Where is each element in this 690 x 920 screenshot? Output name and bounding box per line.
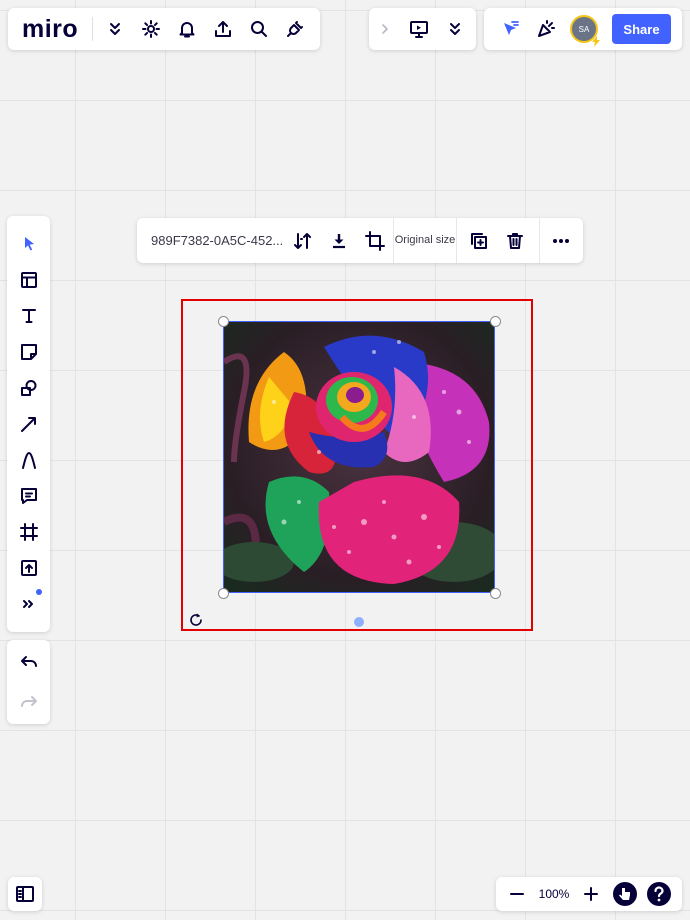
shapes-icon[interactable]	[7, 370, 50, 406]
help-button[interactable]	[642, 877, 676, 911]
minus-icon	[510, 893, 524, 895]
delete-icon[interactable]	[497, 223, 533, 259]
upload-icon[interactable]	[205, 11, 241, 47]
crop-icon[interactable]	[357, 223, 393, 259]
image-context-toolbar: 989F7382-0A5C-452... Original size	[137, 218, 583, 263]
more-tools-icon[interactable]	[7, 586, 50, 622]
interaction-mode-button[interactable]	[608, 877, 642, 911]
left-toolbar	[7, 216, 50, 632]
celebration-icon[interactable]	[528, 11, 564, 47]
divider	[456, 218, 457, 263]
zoom-in-button[interactable]	[574, 877, 608, 911]
lightning-icon	[592, 36, 600, 47]
sticky-note-icon[interactable]	[7, 334, 50, 370]
search-icon[interactable]	[241, 11, 277, 47]
frame-icon[interactable]	[7, 514, 50, 550]
notification-dot	[36, 589, 42, 595]
replace-image-icon[interactable]	[285, 223, 321, 259]
divider	[92, 17, 93, 41]
plug-icon[interactable]	[277, 11, 313, 47]
text-tool-icon[interactable]	[7, 298, 50, 334]
undo-redo-panel	[7, 640, 50, 724]
rotate-icon[interactable]	[188, 612, 204, 628]
rainbow-rose-picture	[224, 322, 494, 592]
help-icon	[647, 882, 671, 906]
download-icon[interactable]	[321, 223, 357, 259]
plus-icon	[584, 887, 598, 901]
templates-icon[interactable]	[7, 262, 50, 298]
cursor-tracking-icon[interactable]	[492, 11, 528, 47]
bell-icon[interactable]	[169, 11, 205, 47]
chevron-double-down-icon[interactable]	[97, 11, 133, 47]
original-size-button[interactable]: Original size	[394, 234, 456, 247]
image-file-name[interactable]: 989F7382-0A5C-452...	[137, 233, 285, 248]
zoom-controls: 100%	[496, 877, 682, 911]
miro-logo[interactable]: miro	[8, 15, 92, 44]
resize-handle-top-left[interactable]	[218, 316, 229, 327]
collaboration-toolbar: SA Share	[484, 8, 682, 50]
sidebar-panel-icon	[16, 886, 34, 902]
avatar-initials: SA	[578, 24, 590, 34]
resize-handle-top-right[interactable]	[490, 316, 501, 327]
resize-handle-bottom-right[interactable]	[490, 588, 501, 599]
more-options-icon[interactable]	[540, 223, 582, 259]
presentation-icon[interactable]	[401, 11, 437, 47]
undo-icon[interactable]	[7, 644, 50, 680]
select-tool-icon[interactable]	[7, 226, 50, 262]
chevron-double-down-icon[interactable]	[437, 11, 473, 47]
chevron-right-icon[interactable]	[369, 11, 401, 47]
top-left-toolbar: miro	[8, 8, 320, 50]
presentation-toolbar	[369, 8, 476, 50]
zoom-level[interactable]: 100%	[534, 887, 574, 901]
redo-icon[interactable]	[7, 684, 50, 720]
pen-icon[interactable]	[7, 442, 50, 478]
resize-handle-bottom-left[interactable]	[218, 588, 229, 599]
hand-pointer-icon	[613, 882, 637, 906]
gear-icon[interactable]	[133, 11, 169, 47]
move-handle[interactable]	[354, 617, 364, 627]
comment-icon[interactable]	[7, 478, 50, 514]
upload-file-icon[interactable]	[7, 550, 50, 586]
share-button[interactable]: Share	[612, 14, 671, 44]
connection-line-icon[interactable]	[7, 406, 50, 442]
zoom-out-button[interactable]	[500, 877, 534, 911]
board-panel-button[interactable]	[8, 877, 42, 911]
avatar[interactable]: SA	[570, 15, 600, 47]
duplicate-icon[interactable]	[461, 223, 497, 259]
rose-image[interactable]	[223, 321, 495, 593]
